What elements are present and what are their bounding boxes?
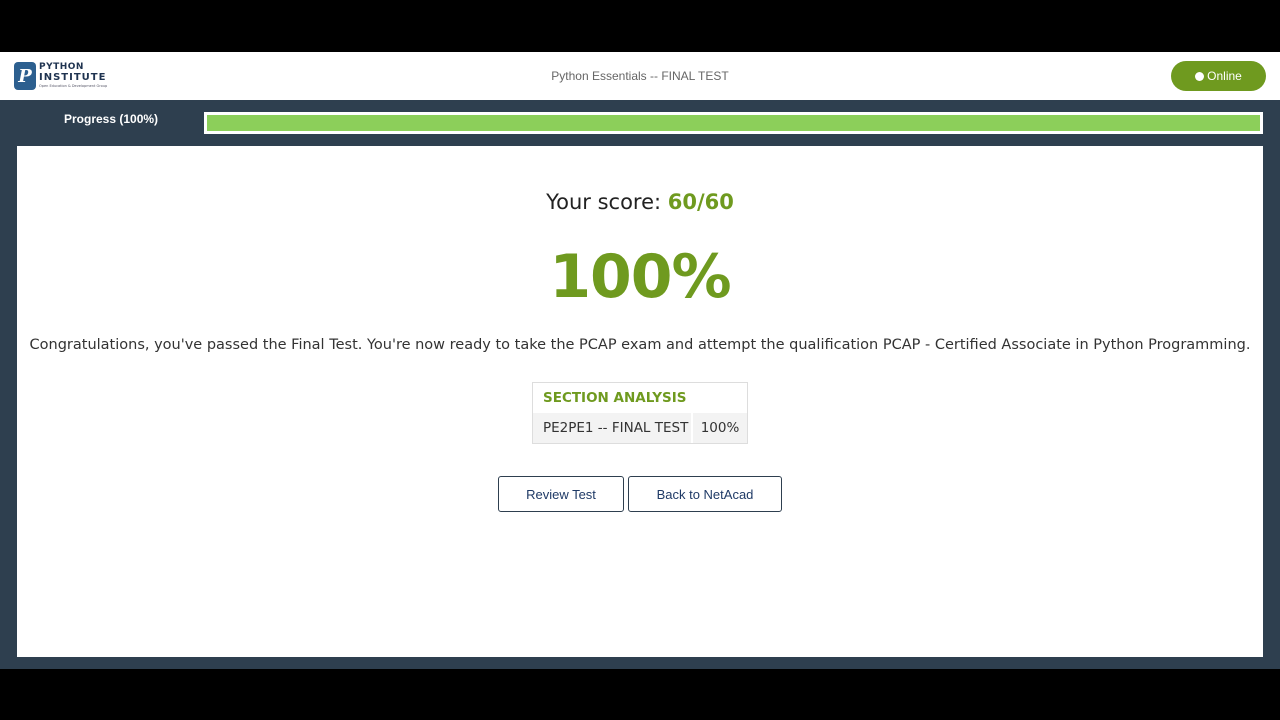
section-name-cell: PE2PE1 -- FINAL TEST: [533, 413, 691, 443]
score-prefix: Your score:: [546, 190, 662, 214]
result-panel: Your score: 60/60 100% Congratulations, …: [17, 146, 1263, 657]
section-analysis-table: SECTION ANALYSIS PE2PE1 -- FINAL TEST 10…: [532, 382, 748, 444]
table-row: PE2PE1 -- FINAL TEST 100%: [533, 413, 747, 443]
back-to-netacad-button[interactable]: Back to NetAcad: [628, 476, 782, 512]
progress-bar-fill: [207, 115, 1260, 131]
test-frame: Progress (100%) Your score: 60/60 100% C…: [0, 100, 1280, 669]
online-dot-icon: [1195, 71, 1205, 81]
congratulations-message: Congratulations, you've passed the Final…: [29, 337, 1251, 353]
progress-bar: [204, 112, 1263, 134]
top-header: P PYTHON INSTITUTE Open Education & Deve…: [0, 52, 1280, 100]
score-value: 60/60: [667, 190, 734, 214]
section-analysis-heading: SECTION ANALYSIS: [543, 390, 687, 406]
review-test-button[interactable]: Review Test: [498, 476, 624, 512]
progress-label: Progress (100%): [64, 112, 159, 126]
section-score-cell: 100%: [693, 413, 747, 443]
screen: P PYTHON INSTITUTE Open Education & Deve…: [0, 0, 1280, 720]
score-line: Your score: 60/60: [17, 190, 1263, 214]
score-percent: 100%: [549, 242, 731, 312]
online-status-button[interactable]: Online: [1171, 61, 1266, 91]
online-status-label: Online: [1207, 69, 1242, 83]
page-title: Python Essentials -- FINAL TEST: [551, 69, 729, 83]
